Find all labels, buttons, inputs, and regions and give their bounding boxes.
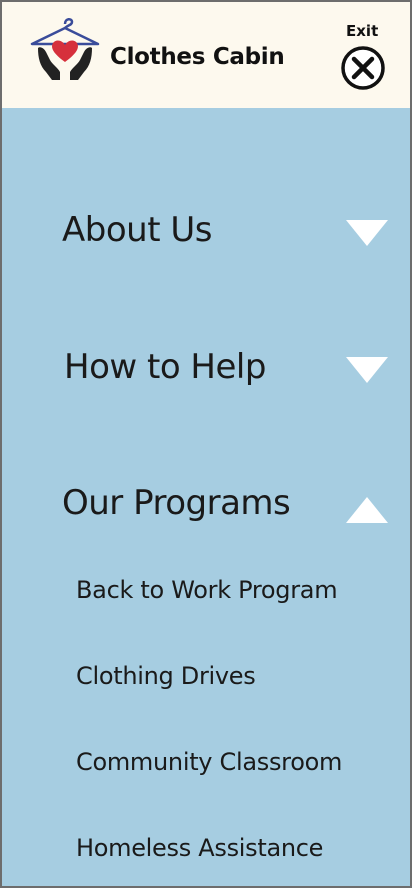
close-circle-icon[interactable]: [339, 44, 387, 92]
submenu-item-back-to-work[interactable]: Back to Work Program: [76, 576, 338, 604]
menu-item-how-to-help[interactable]: How to Help: [2, 329, 410, 409]
exit-label: Exit: [346, 22, 379, 40]
nav-drawer: Clothes Cabin Exit About Us How to Help …: [0, 0, 412, 888]
brand-name: Clothes Cabin: [110, 44, 285, 70]
triangle-down-icon: [346, 220, 388, 246]
menu-label: How to Help: [64, 347, 266, 387]
header-bar: Clothes Cabin Exit: [2, 2, 410, 108]
triangle-down-icon: [346, 357, 388, 383]
logo-icon: [30, 18, 100, 80]
menu-label: Our Programs: [62, 483, 291, 523]
menu-label: About Us: [62, 210, 212, 250]
submenu-item-clothing-drives[interactable]: Clothing Drives: [76, 662, 256, 690]
submenu-item-homeless-assistance[interactable]: Homeless Assistance: [76, 834, 323, 862]
menu-item-our-programs[interactable]: Our Programs: [2, 465, 410, 545]
triangle-up-icon: [346, 497, 388, 523]
menu-item-about-us[interactable]: About Us: [2, 192, 410, 272]
submenu-item-community-classroom[interactable]: Community Classroom: [76, 748, 342, 776]
